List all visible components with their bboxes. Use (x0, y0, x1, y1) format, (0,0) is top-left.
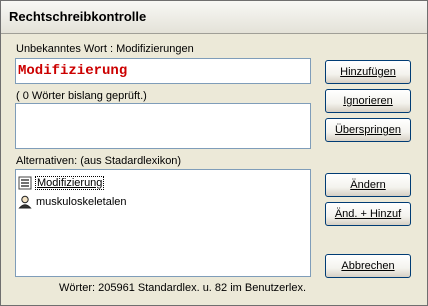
unknown-word-label: Unbekanntes Wort : Modifizierungen (16, 43, 194, 55)
context-field[interactable] (15, 103, 311, 149)
unknown-word-field[interactable]: Modifizierung (15, 58, 311, 84)
status-text: Wörter: 205961 Standardlex. u. 82 im Ben… (59, 282, 307, 294)
list-item-label: Modifizierung (34, 175, 105, 190)
list-item-label: muskuloskeletalen (36, 195, 127, 208)
alternatives-list[interactable]: Modifizierung muskuloskeletalen (15, 169, 311, 277)
list-item[interactable]: muskuloskeletalen (18, 193, 278, 210)
checked-words-label: ( 0 Wörter bislang geprüft.) (16, 90, 147, 102)
cancel-button[interactable]: Abbrechen (325, 254, 411, 278)
skip-button[interactable]: Überspringen (325, 118, 411, 142)
ignore-button[interactable]: Ignorieren (325, 89, 411, 113)
window-title: Rechtschreibkontrolle (9, 9, 147, 24)
alternatives-label: Alternativen: (aus Stadardlexikon) (16, 155, 182, 167)
person-icon (18, 195, 32, 209)
change-and-add-button[interactable]: Änd. + Hinzuf (325, 202, 411, 226)
dictionary-icon (18, 176, 32, 190)
list-item[interactable]: Modifizierung (18, 174, 278, 191)
spellcheck-dialog: Rechtschreibkontrolle Unbekanntes Wort :… (0, 0, 428, 306)
add-button[interactable]: Hinzufügen (325, 60, 411, 84)
title-bar[interactable]: Rechtschreibkontrolle (1, 1, 427, 34)
change-button[interactable]: Ändern (325, 173, 411, 197)
